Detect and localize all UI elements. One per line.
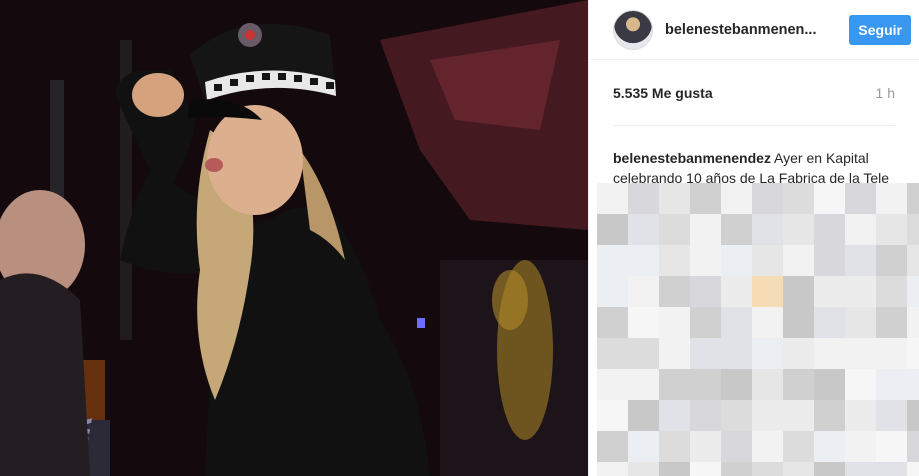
post-header: belenestebanmenen... Seguir	[589, 0, 919, 60]
instagram-post: ER	[0, 0, 919, 476]
username-link[interactable]: belenestebanmenen...	[665, 22, 849, 38]
caption-author-link[interactable]: belenestebanmenendez	[613, 150, 771, 166]
follow-button[interactable]: Seguir	[849, 14, 911, 45]
pixelated-comments-icon	[597, 183, 919, 476]
photo-illustration: ER	[0, 0, 588, 476]
post-photo[interactable]: ER	[0, 0, 588, 476]
post-sidebar: belenestebanmenen... Seguir 5.535 Me gus…	[588, 0, 919, 476]
avatar[interactable]	[613, 9, 653, 50]
likes-count[interactable]: 5.535 Me gusta	[613, 85, 876, 101]
pixelated-comments	[597, 183, 919, 476]
post-timestamp[interactable]: 1 h	[876, 85, 895, 101]
post-meta: 5.535 Me gusta 1 h	[613, 60, 895, 126]
